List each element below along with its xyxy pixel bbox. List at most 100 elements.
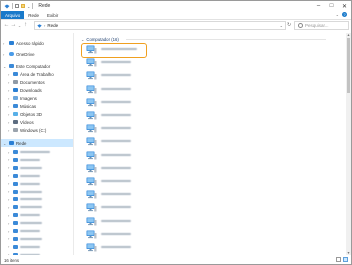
sidebar-item-3d-objects[interactable]: › Objetos 3D bbox=[1, 110, 73, 118]
expand-chevron-icon[interactable]: › bbox=[8, 252, 9, 255]
expand-chevron-icon[interactable]: › bbox=[8, 157, 9, 162]
network-computer-item[interactable] bbox=[86, 188, 226, 200]
network-computer-item[interactable] bbox=[86, 228, 226, 240]
expand-chevron-icon[interactable]: › bbox=[8, 165, 9, 170]
network-computer-item[interactable] bbox=[86, 96, 226, 108]
properties-icon[interactable] bbox=[15, 4, 19, 8]
expand-chevron-icon[interactable]: › bbox=[8, 213, 9, 218]
pane-splitter[interactable] bbox=[73, 33, 74, 255]
collapse-chevron-icon[interactable]: ⌄ bbox=[3, 64, 6, 69]
scroll-up-icon[interactable]: ▲ bbox=[346, 33, 351, 37]
expand-chevron-icon[interactable]: › bbox=[3, 41, 4, 46]
computer-icon bbox=[86, 243, 97, 252]
sidebar-item-onedrive[interactable]: › OneDrive bbox=[1, 50, 73, 58]
expand-chevron-icon[interactable]: › bbox=[8, 80, 9, 85]
scrollbar-thumb[interactable] bbox=[347, 38, 350, 93]
help-button[interactable]: ? bbox=[342, 12, 347, 17]
sidebar-item-music[interactable]: › Músicas bbox=[1, 102, 73, 110]
expand-chevron-icon[interactable]: › bbox=[8, 128, 9, 133]
network-computer-item[interactable] bbox=[86, 149, 226, 161]
sidebar-network-computer[interactable]: › bbox=[1, 251, 73, 255]
sidebar-network-computer[interactable]: › bbox=[1, 180, 73, 188]
sidebar-network-computer[interactable]: › bbox=[1, 235, 73, 243]
expand-chevron-icon[interactable]: › bbox=[8, 189, 9, 194]
sidebar-network-computer[interactable]: › bbox=[1, 148, 73, 156]
quick-access-dropdown-icon[interactable]: ⌄ bbox=[27, 4, 30, 9]
expand-chevron-icon[interactable]: › bbox=[8, 120, 9, 125]
network-computer-item[interactable] bbox=[86, 201, 226, 213]
network-computer-item[interactable] bbox=[86, 69, 226, 81]
vertical-scrollbar[interactable]: ▲ ▼ bbox=[346, 33, 351, 255]
expand-chevron-icon[interactable]: › bbox=[8, 244, 9, 249]
sidebar-item-quick-access[interactable]: › Acesso rápido bbox=[1, 39, 73, 47]
sidebar-item-desktop[interactable]: › Área de Trabalho bbox=[1, 70, 73, 78]
expand-chevron-icon[interactable]: › bbox=[8, 221, 9, 226]
expand-chevron-icon[interactable]: › bbox=[8, 197, 9, 202]
expand-chevron-icon[interactable]: › bbox=[3, 52, 4, 57]
group-header-computers[interactable]: ⌄ Computador (16) bbox=[81, 37, 119, 42]
expand-chevron-icon[interactable]: › bbox=[8, 96, 9, 101]
sidebar-item-windows-drive[interactable]: › Windows (C:) bbox=[1, 126, 73, 134]
sidebar-network-computer[interactable]: › bbox=[1, 156, 73, 164]
maximize-button[interactable]: □ bbox=[325, 1, 338, 11]
computer-icon bbox=[86, 137, 97, 146]
sidebar-network-computer[interactable]: › bbox=[1, 188, 73, 196]
sidebar-network-computer[interactable]: › bbox=[1, 203, 73, 211]
details-view-button[interactable] bbox=[336, 257, 341, 262]
network-computer-item[interactable] bbox=[86, 135, 226, 147]
scroll-down-icon[interactable]: ▼ bbox=[346, 251, 351, 255]
quick-access-separator bbox=[12, 3, 13, 9]
sidebar-network-computer[interactable]: › bbox=[1, 227, 73, 235]
sidebar-network-computer[interactable]: › bbox=[1, 195, 73, 203]
large-icons-view-button[interactable] bbox=[343, 257, 348, 262]
network-computer-item[interactable] bbox=[86, 162, 226, 174]
search-input[interactable]: Pesquisar... bbox=[294, 21, 349, 30]
collapse-chevron-icon[interactable]: ⌄ bbox=[3, 141, 6, 146]
computer-icon bbox=[13, 236, 18, 241]
group-collapse-icon[interactable]: ⌄ bbox=[81, 37, 84, 42]
ribbon-expand-icon[interactable]: ⌄ bbox=[336, 12, 339, 17]
expand-chevron-icon[interactable]: › bbox=[8, 150, 9, 155]
network-computer-item[interactable] bbox=[86, 83, 226, 95]
expand-chevron-icon[interactable]: › bbox=[8, 72, 9, 77]
sidebar-item-downloads[interactable]: › Downloads bbox=[1, 86, 73, 94]
sidebar-item-network[interactable]: ⌄ Rede bbox=[1, 139, 73, 147]
refresh-button[interactable]: ↻ bbox=[287, 22, 291, 28]
network-computer-item[interactable] bbox=[86, 215, 226, 227]
up-button[interactable]: ↑ bbox=[22, 22, 29, 28]
forward-button[interactable]: → bbox=[10, 22, 17, 28]
network-computer-item[interactable] bbox=[86, 122, 226, 134]
new-folder-icon[interactable] bbox=[21, 4, 25, 8]
tab-view[interactable]: Exibir bbox=[43, 11, 62, 19]
expand-chevron-icon[interactable]: › bbox=[8, 229, 9, 234]
sidebar-network-computer[interactable]: › bbox=[1, 164, 73, 172]
tab-network[interactable]: Rede bbox=[24, 11, 43, 19]
tab-file[interactable]: Arquivo bbox=[1, 11, 25, 19]
expand-chevron-icon[interactable]: › bbox=[8, 181, 9, 186]
sidebar-network-computer[interactable]: › bbox=[1, 211, 73, 219]
expand-chevron-icon[interactable]: › bbox=[8, 173, 9, 178]
computer-icon bbox=[86, 98, 97, 107]
close-button[interactable]: ✕ bbox=[338, 1, 351, 11]
address-dropdown-icon[interactable]: ⌄ bbox=[280, 23, 283, 28]
expand-chevron-icon[interactable]: › bbox=[8, 104, 9, 109]
sidebar-network-computer[interactable]: › bbox=[1, 172, 73, 180]
breadcrumb-network[interactable]: Rede bbox=[47, 23, 58, 28]
expand-chevron-icon[interactable]: › bbox=[8, 205, 9, 210]
sidebar-item-pictures[interactable]: › Imagens bbox=[1, 94, 73, 102]
expand-chevron-icon[interactable]: › bbox=[8, 112, 9, 117]
sidebar-item-this-pc[interactable]: ⌄ Este Computador bbox=[1, 62, 73, 70]
expand-chevron-icon[interactable]: › bbox=[8, 236, 9, 241]
expand-chevron-icon[interactable]: › bbox=[8, 88, 9, 93]
address-bar[interactable]: › Rede ⌄ bbox=[34, 21, 286, 30]
sidebar-network-computer[interactable]: › bbox=[1, 219, 73, 227]
network-computer-item[interactable] bbox=[86, 241, 226, 253]
minimize-button[interactable]: – bbox=[312, 1, 325, 11]
back-button[interactable]: ← bbox=[3, 22, 10, 28]
network-computer-item[interactable] bbox=[86, 109, 226, 121]
sidebar-item-documents[interactable]: › Documentos bbox=[1, 78, 73, 86]
sidebar-network-computer[interactable]: › bbox=[1, 243, 73, 251]
sidebar-item-videos[interactable]: › Vídeos bbox=[1, 118, 73, 126]
downloads-icon bbox=[13, 88, 18, 92]
network-computer-item[interactable] bbox=[86, 175, 226, 187]
